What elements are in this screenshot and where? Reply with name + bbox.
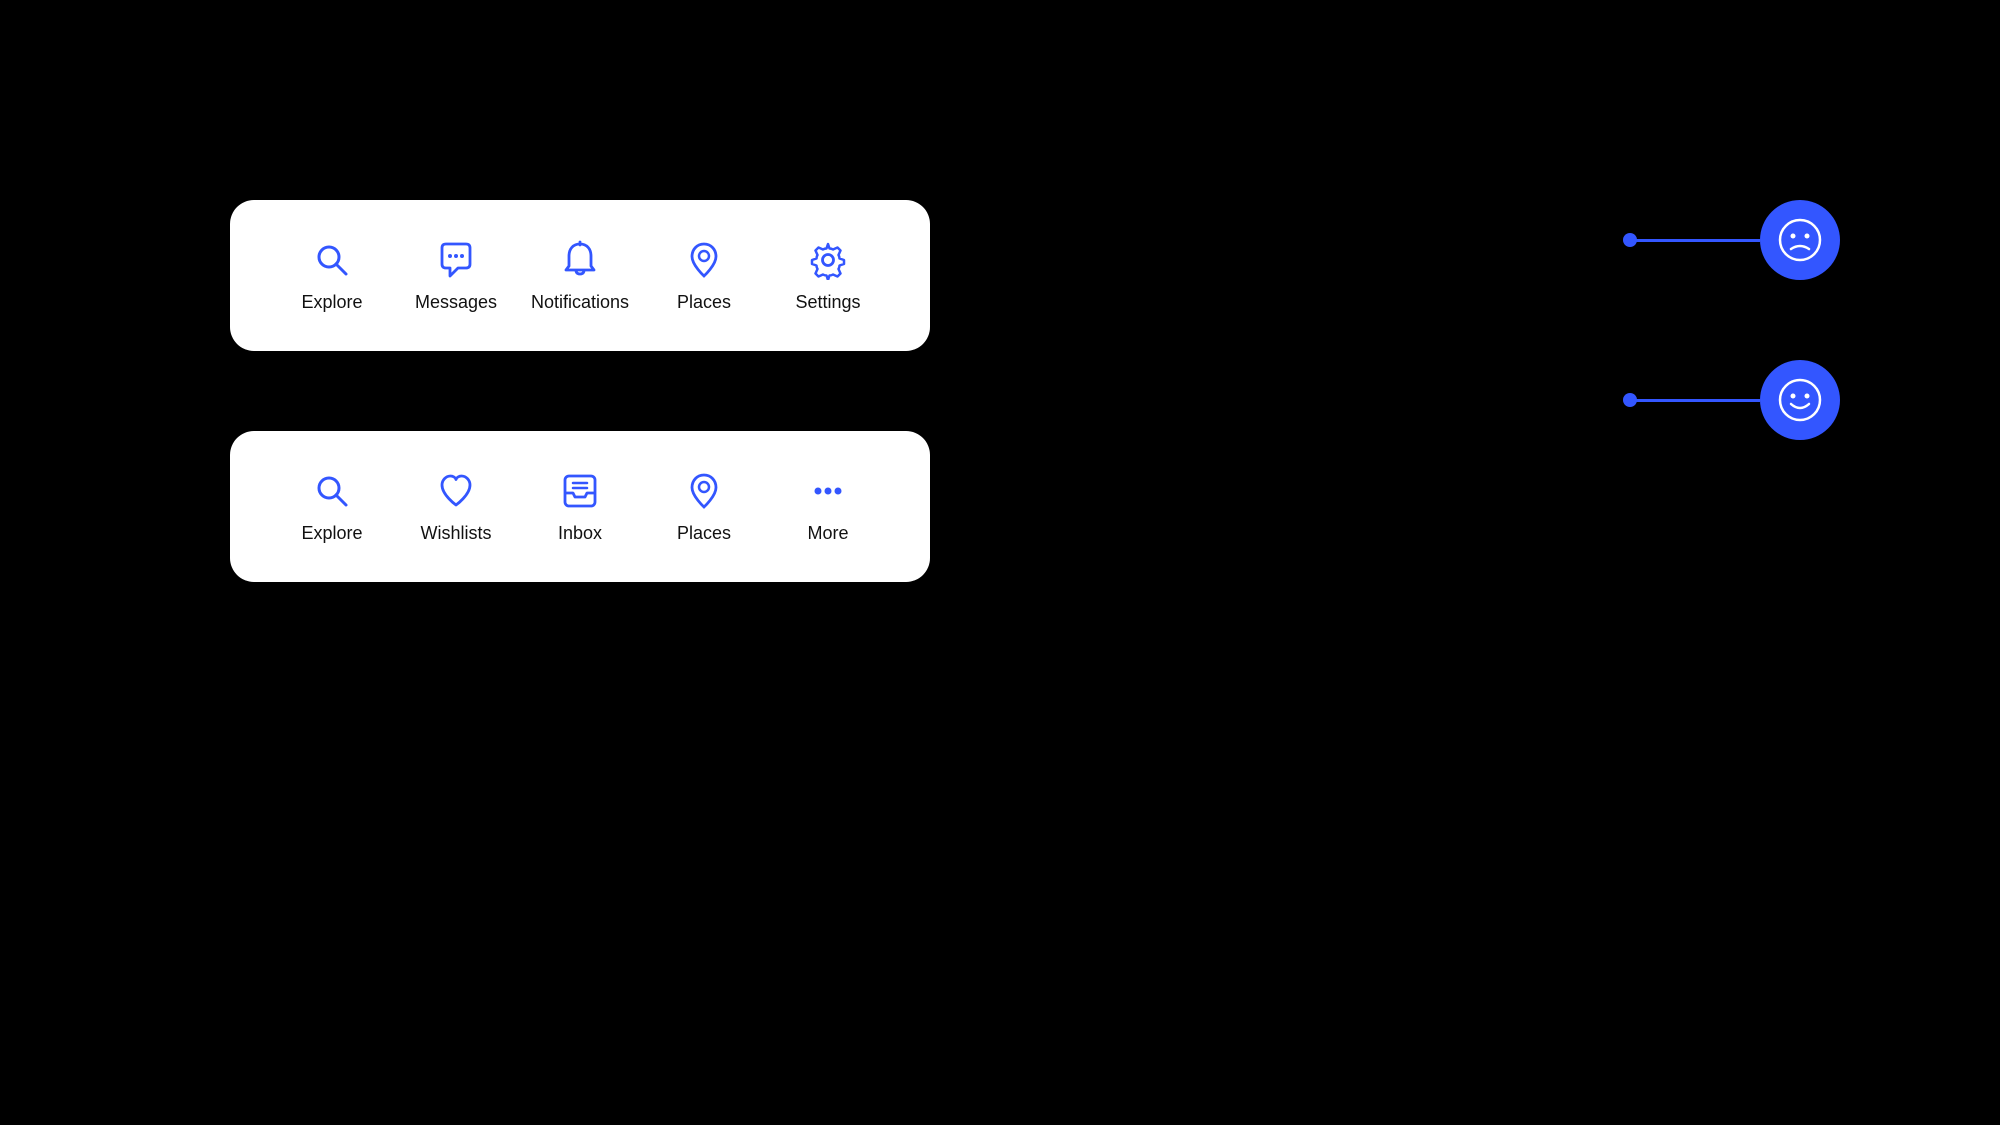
nav-item-notifications[interactable]: Notifications	[518, 228, 642, 323]
search-icon	[310, 238, 354, 282]
nav-item-inbox[interactable]: Inbox	[518, 459, 642, 554]
nav-item-more-label: More	[807, 523, 848, 544]
places-icon-top	[682, 238, 726, 282]
rating-bad	[1623, 200, 1840, 280]
rating-good-circle[interactable]	[1760, 360, 1840, 440]
nav-item-notifications-label: Notifications	[531, 292, 629, 313]
nav-item-explore-bottom[interactable]: Explore	[270, 459, 394, 554]
nav-item-settings[interactable]: Settings	[766, 228, 890, 323]
rating-good	[1623, 360, 1840, 440]
nav-item-explore-top[interactable]: Explore	[270, 228, 394, 323]
nav-item-more[interactable]: More	[766, 459, 890, 554]
nav-item-places-bottom-label: Places	[677, 523, 731, 544]
more-icon	[806, 469, 850, 513]
main-content: Explore Messages Notifica	[230, 200, 930, 582]
inbox-icon	[558, 469, 602, 513]
rating-good-line	[1630, 399, 1760, 402]
notifications-icon	[558, 238, 602, 282]
nav-item-inbox-label: Inbox	[558, 523, 602, 544]
navbar-bottom: Explore Wishlists Inbox	[230, 431, 930, 582]
nav-item-places-top[interactable]: Places	[642, 228, 766, 323]
nav-item-messages-label: Messages	[415, 292, 497, 313]
nav-item-messages[interactable]: Messages	[394, 228, 518, 323]
nav-item-wishlists[interactable]: Wishlists	[394, 459, 518, 554]
navbar-top: Explore Messages Notifica	[230, 200, 930, 351]
rating-good-dot	[1623, 393, 1637, 407]
places-icon-bottom	[682, 469, 726, 513]
settings-icon	[806, 238, 850, 282]
rating-bad-dot	[1623, 233, 1637, 247]
nav-item-wishlists-label: Wishlists	[421, 523, 492, 544]
nav-item-explore-bottom-label: Explore	[301, 523, 362, 544]
nav-item-settings-label: Settings	[795, 292, 860, 313]
messages-icon	[434, 238, 478, 282]
nav-item-places-top-label: Places	[677, 292, 731, 313]
nav-item-places-bottom[interactable]: Places	[642, 459, 766, 554]
wishlists-icon	[434, 469, 478, 513]
ratings-container	[1623, 200, 1840, 440]
rating-bad-line	[1630, 239, 1760, 242]
rating-bad-circle[interactable]	[1760, 200, 1840, 280]
nav-item-explore-top-label: Explore	[301, 292, 362, 313]
search-icon-bottom	[310, 469, 354, 513]
